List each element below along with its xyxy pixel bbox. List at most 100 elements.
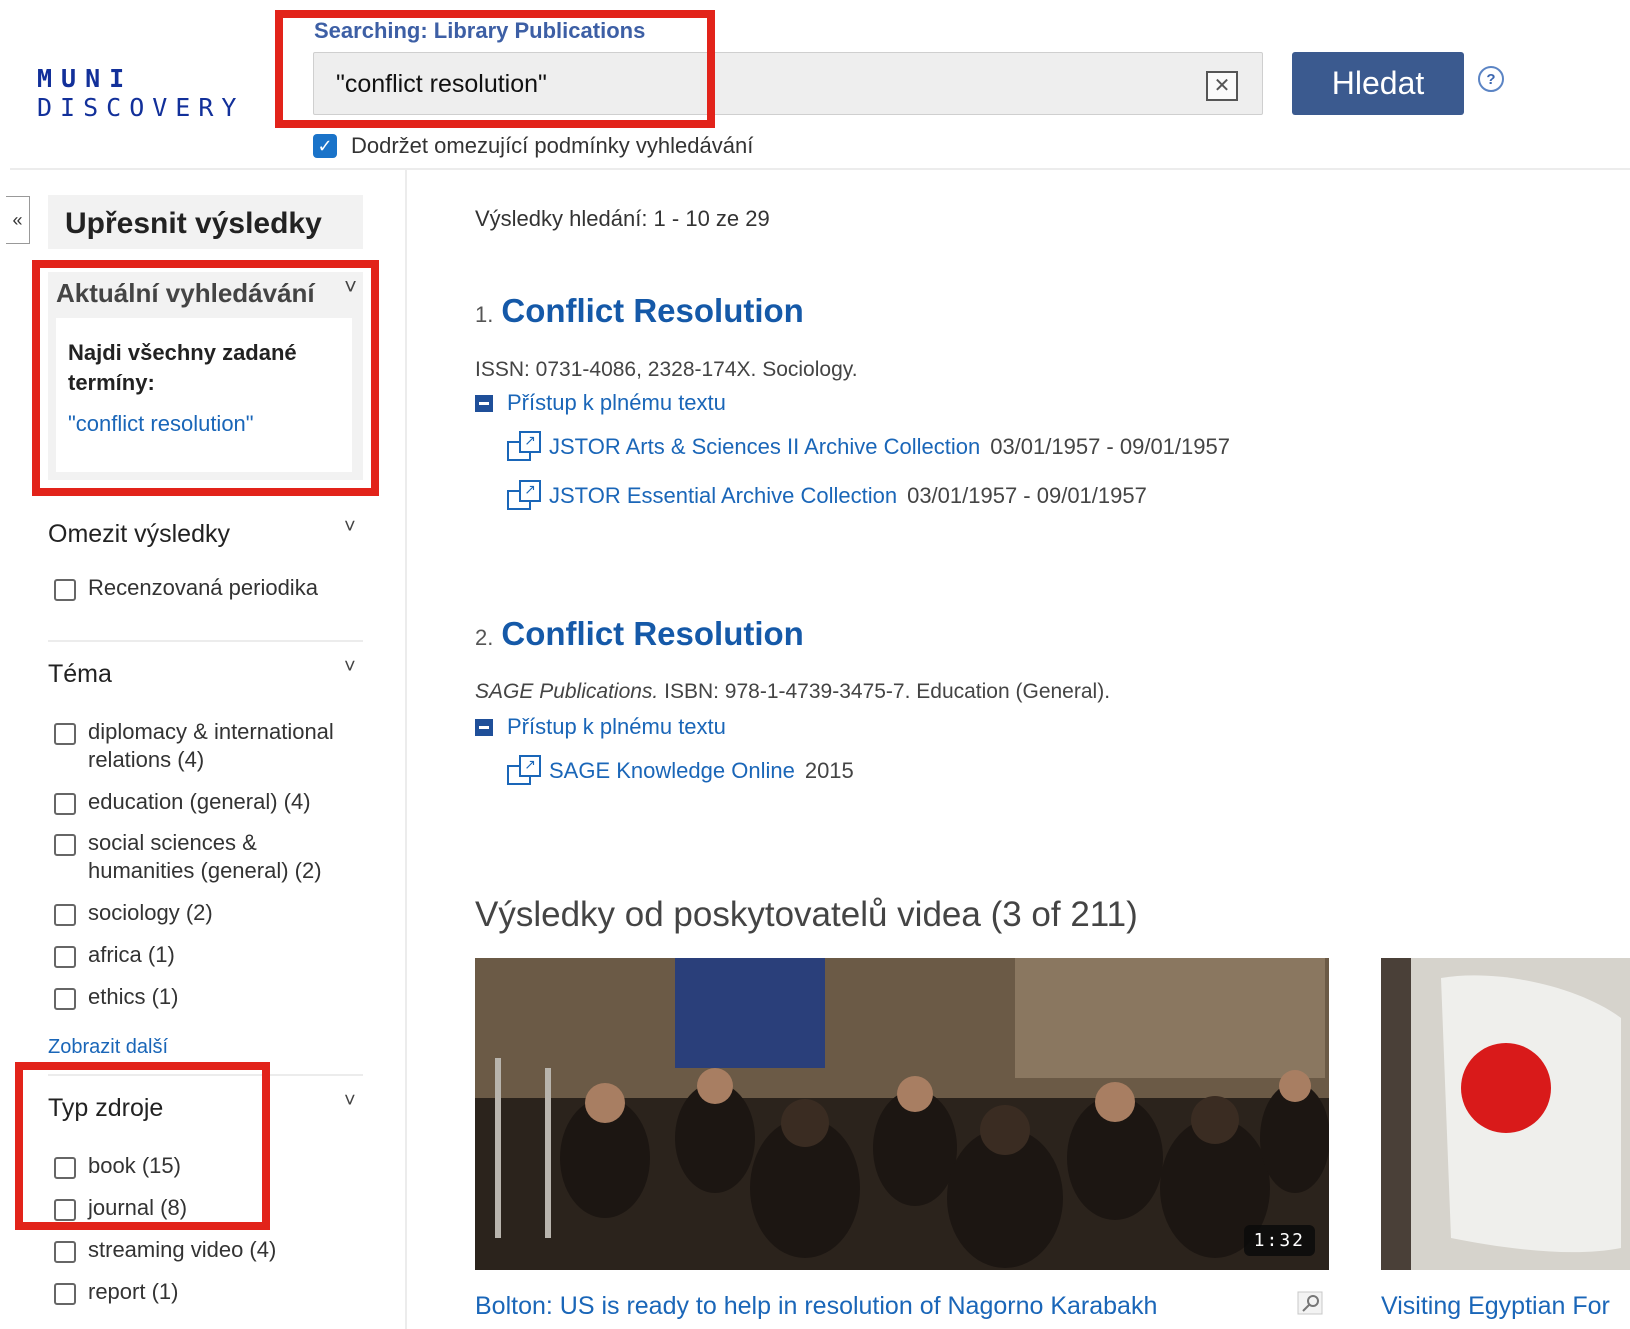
- help-icon[interactable]: ?: [1478, 66, 1504, 92]
- video-thumbnail[interactable]: [1381, 958, 1630, 1270]
- facet-checkbox[interactable]: [54, 723, 76, 745]
- logo-line-1: MUNI: [37, 64, 134, 93]
- facet-item[interactable]: africa (1): [54, 941, 374, 969]
- current-search-panel: Aktuální vyhledávání ˅ Najdi všechny zad…: [48, 272, 363, 480]
- chevron-down-icon[interactable]: ˅: [344, 516, 356, 539]
- muni-discovery-logo[interactable]: MUNI DISCOVERY: [37, 66, 237, 120]
- keep-filters-option[interactable]: ✓ Dodržet omezující podmínky vyhledávání: [313, 133, 753, 159]
- facet-checkbox[interactable]: [54, 988, 76, 1010]
- video-thumbnail[interactable]: 1:32: [475, 958, 1329, 1270]
- facet-checkbox[interactable]: [54, 834, 76, 856]
- collapse-minus-icon[interactable]: [475, 718, 493, 736]
- facet-item[interactable]: journal (8): [54, 1194, 374, 1222]
- fulltext-toggle[interactable]: Přístup k plnému textu: [475, 714, 726, 740]
- refine-results-title: Upřesnit výsledky: [48, 195, 363, 249]
- facet-item-label: ethics (1): [88, 984, 179, 1009]
- fulltext-source[interactable]: JSTOR Essential Archive Collection: [549, 483, 897, 509]
- fulltext-toggle[interactable]: Přístup k plnému textu: [475, 390, 726, 416]
- facet-item[interactable]: sociology (2): [54, 899, 374, 927]
- facet-item-label: Recenzovaná periodika: [88, 575, 318, 600]
- coverage-dates: 03/01/1957 - 09/01/1957: [990, 434, 1230, 459]
- facet-item[interactable]: book (15): [54, 1152, 374, 1180]
- collapse-sidebar-button[interactable]: «: [6, 196, 30, 244]
- result-heading: 2. Conflict Resolution: [475, 615, 804, 653]
- facet-item[interactable]: streaming video (4): [54, 1236, 374, 1264]
- facet-checkbox[interactable]: [54, 793, 76, 815]
- facet-item-label: social sciences & humanities (general) (…: [88, 830, 322, 883]
- search-button[interactable]: Hledat: [1292, 52, 1464, 115]
- find-all-terms-label: Najdi všechny zadané termíny:: [68, 340, 297, 395]
- chevron-down-icon[interactable]: ˅: [344, 274, 357, 300]
- current-search-body: Najdi všechny zadané termíny: "conflict …: [56, 318, 352, 472]
- sidebar-divider: [405, 170, 407, 1329]
- flag-scene-image: [1381, 958, 1630, 1270]
- coverage-dates: 03/01/1957 - 09/01/1957: [907, 483, 1147, 508]
- chevron-down-icon[interactable]: ˅: [344, 1090, 356, 1113]
- facet-checkbox[interactable]: [54, 1199, 76, 1221]
- fulltext-link[interactable]: JSTOR Arts & Sciences II Archive Collect…: [507, 431, 1230, 461]
- result-meta: SAGE Publications. ISBN: 978-1-4739-3475…: [475, 680, 1110, 704]
- audience-scene-image: [475, 958, 1329, 1270]
- video-duration: 1:32: [1243, 1225, 1315, 1256]
- facet-title-resource-type[interactable]: Typ zdroje: [48, 1094, 163, 1123]
- result-number: 2.: [475, 625, 494, 650]
- logo-line-2: DISCOVERY: [37, 93, 245, 122]
- facet-item[interactable]: ethics (1): [54, 983, 374, 1011]
- video-results-heading: Výsledky od poskytovatelů videa (3 of 21…: [475, 895, 1138, 934]
- facet-checkbox[interactable]: [54, 579, 76, 601]
- result-meta: ISSN: 0731-4086, 2328-174X. Sociology.: [475, 358, 858, 382]
- facet-checkbox[interactable]: [54, 904, 76, 926]
- current-search-title[interactable]: Aktuální vyhledávání: [56, 278, 315, 309]
- facet-checkbox[interactable]: [54, 946, 76, 968]
- external-link-icon: [507, 431, 541, 461]
- facet-checkbox[interactable]: [54, 1283, 76, 1305]
- fulltext-source[interactable]: JSTOR Arts & Sciences II Archive Collect…: [549, 434, 980, 460]
- facet-title-topic[interactable]: Téma: [48, 660, 112, 689]
- external-link-icon: [507, 755, 541, 785]
- facet-item-label: africa (1): [88, 942, 175, 967]
- clear-search-icon[interactable]: ✕: [1206, 71, 1238, 101]
- facet-item[interactable]: social sciences & humanities (general) (…: [54, 829, 354, 884]
- search-scope-label[interactable]: Searching: Library Publications: [314, 18, 645, 44]
- facet-item[interactable]: diplomacy & international relations (4): [54, 718, 364, 773]
- fulltext-link[interactable]: SAGE Knowledge Online 2015: [507, 755, 854, 785]
- facet-divider: [48, 1074, 363, 1076]
- preview-magnifier-icon[interactable]: [1296, 1290, 1326, 1318]
- search-input[interactable]: [336, 63, 1156, 105]
- fulltext-label: Přístup k plnému textu: [507, 390, 726, 415]
- facet-item-label: education (general) (4): [88, 789, 311, 814]
- collapse-minus-icon[interactable]: [475, 394, 493, 412]
- result-publisher: SAGE Publications.: [475, 680, 659, 703]
- facet-item[interactable]: education (general) (4): [54, 788, 374, 816]
- fulltext-source[interactable]: SAGE Knowledge Online: [549, 758, 795, 784]
- facet-checkbox[interactable]: [54, 1157, 76, 1179]
- result-heading: 1. Conflict Resolution: [475, 292, 804, 330]
- facet-title-limit[interactable]: Omezit výsledky: [48, 520, 230, 549]
- chevron-down-icon[interactable]: ˅: [344, 656, 356, 679]
- facet-item-label: diplomacy & international relations (4): [88, 719, 334, 772]
- fulltext-link[interactable]: JSTOR Essential Archive Collection 03/01…: [507, 480, 1147, 510]
- facet-item-label: book (15): [88, 1153, 181, 1178]
- facet-item[interactable]: report (1): [54, 1278, 374, 1306]
- results-count: Výsledky hledání: 1 - 10 ze 29: [475, 206, 770, 231]
- result-number: 1.: [475, 302, 494, 327]
- current-search-term[interactable]: "conflict resolution": [68, 411, 340, 437]
- header-divider: [10, 168, 1630, 170]
- keep-filters-label: Dodržet omezující podmínky vyhledávání: [351, 133, 754, 158]
- facet-item-label: streaming video (4): [88, 1237, 277, 1262]
- result-title-link[interactable]: Conflict Resolution: [501, 615, 803, 653]
- search-box: ✕: [313, 52, 1263, 115]
- show-more-link[interactable]: Zobrazit další: [48, 1036, 168, 1059]
- facet-item-label: journal (8): [88, 1195, 188, 1220]
- video-title-link[interactable]: Bolton: US is ready to help in resolutio…: [475, 1292, 1157, 1321]
- keep-filters-checkbox[interactable]: ✓: [313, 134, 337, 158]
- facet-checkbox[interactable]: [54, 1241, 76, 1263]
- video-title-link[interactable]: Visiting Egyptian For: [1381, 1292, 1630, 1321]
- facet-item[interactable]: Recenzovaná periodika: [54, 574, 374, 602]
- result-title-link[interactable]: Conflict Resolution: [501, 292, 803, 330]
- result-meta-text: ISBN: 978-1-4739-3475-7. Education (Gene…: [664, 680, 1111, 703]
- fulltext-label: Přístup k plnému textu: [507, 714, 726, 739]
- facet-item-label: report (1): [88, 1279, 179, 1304]
- external-link-icon: [507, 480, 541, 510]
- facet-item-label: sociology (2): [88, 900, 213, 925]
